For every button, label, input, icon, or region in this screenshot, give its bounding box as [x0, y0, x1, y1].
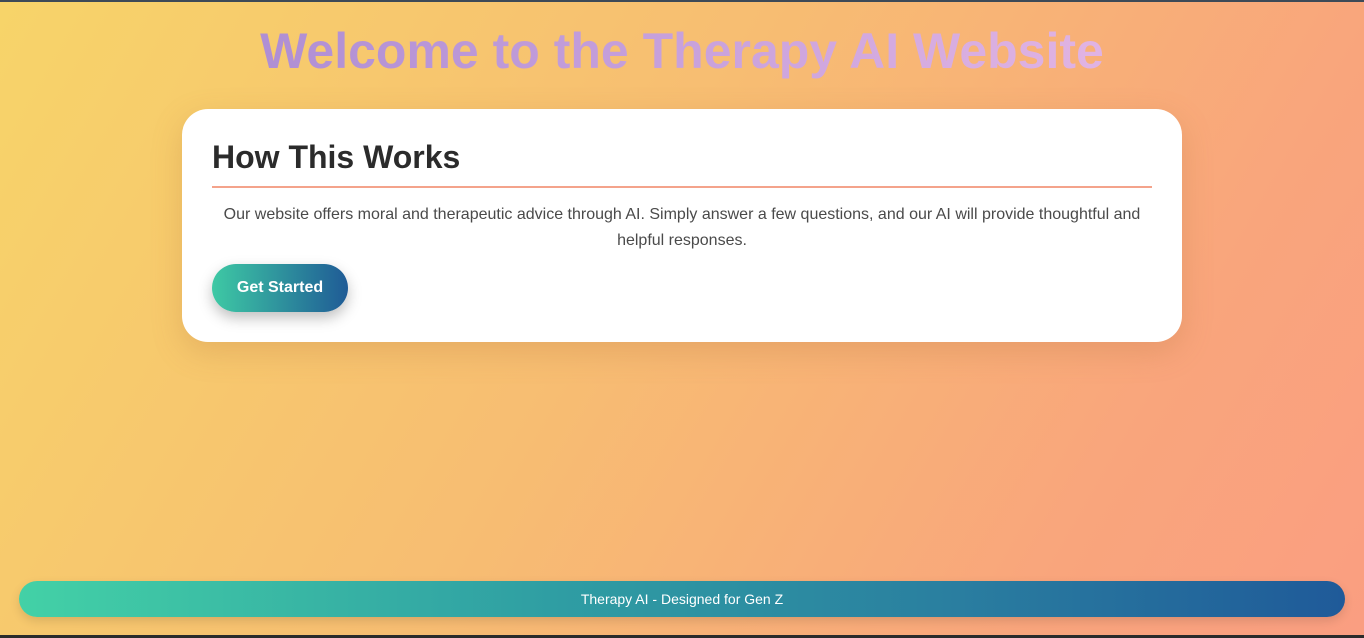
footer: Therapy AI - Designed for Gen Z — [19, 581, 1345, 617]
page-title: Welcome to the Therapy AI Website — [0, 22, 1364, 80]
how-it-works-card: How This Works Our website offers moral … — [182, 109, 1182, 342]
card-description: Our website offers moral and therapeutic… — [223, 206, 1141, 249]
footer-text: Therapy AI - Designed for Gen Z — [580, 591, 784, 607]
card-heading: How This Works — [212, 137, 1152, 188]
get-started-button[interactable]: Get Started — [212, 264, 348, 312]
